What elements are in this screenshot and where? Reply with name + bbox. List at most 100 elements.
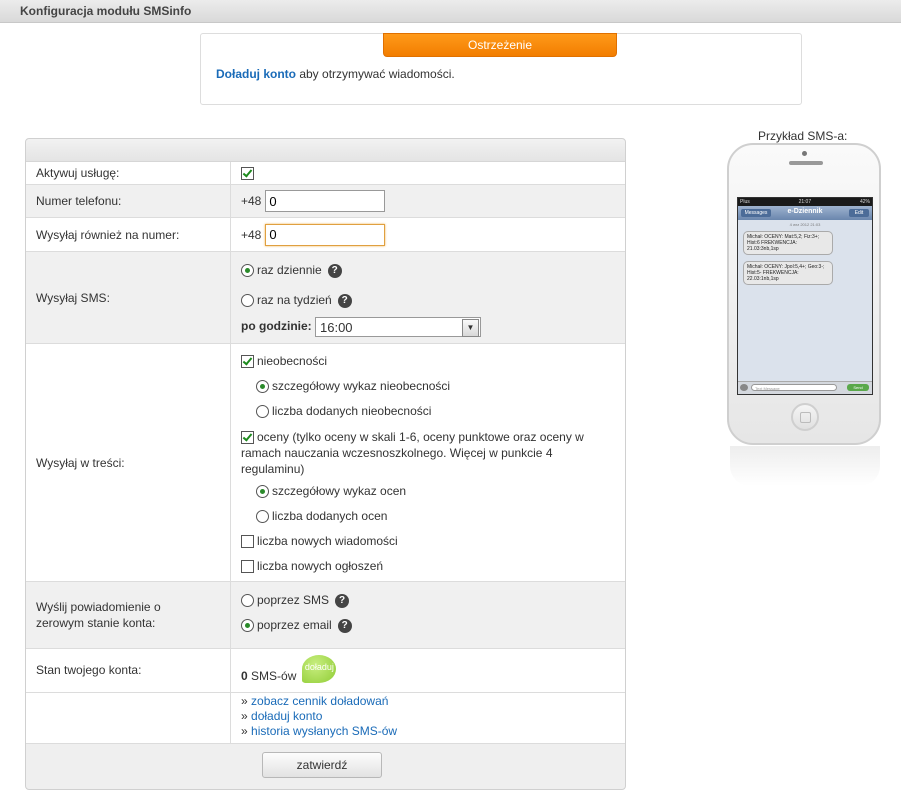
phone2-input[interactable] (265, 223, 386, 246)
hour-value: 16:00 (320, 320, 353, 335)
link-bullet: » (241, 724, 252, 738)
option-absences-count[interactable]: liczba dodanych nieobecności (256, 404, 432, 419)
phone-prefix: +48 (241, 194, 262, 208)
help-icon[interactable]: ? (327, 263, 342, 278)
links-empty-label (26, 693, 230, 743)
balance-unit: SMS-ów (247, 669, 297, 684)
topup-badge-button[interactable]: doładuj (302, 655, 337, 683)
balance-label: Stan twojego konta: (26, 649, 230, 692)
absences-count-label: liczba dodanych nieobecności (272, 404, 432, 418)
camera-icon (740, 384, 748, 391)
speaker-icon (789, 161, 823, 165)
send-sms-value: raz dziennie? raz na tydzień? po godzini… (230, 252, 625, 343)
zero-notify-value: poprzez SMS? poprzez email? (230, 582, 625, 648)
send-button: Send (847, 384, 869, 391)
option-daily[interactable]: raz dziennie? (241, 263, 342, 278)
option-grades-detailed[interactable]: szczegółowy wykaz ocen (256, 484, 407, 499)
camera-icon (802, 151, 807, 156)
option-weekly[interactable]: raz na tydzień? (241, 293, 352, 308)
home-button-icon (791, 403, 819, 431)
hour-select[interactable]: 16:00 ▼ (315, 317, 481, 337)
zero-notify-label: Wyślij powiadomienie o zerowym stanie ko… (26, 582, 230, 648)
notify-sms-radio[interactable] (241, 594, 254, 608)
warning-message: Doładuj konto aby otrzymywać wiadomości. (216, 67, 455, 81)
row-phone: Numer telefonu: +48 (26, 185, 625, 218)
grades-label: oceny (tylko oceny w skali 1-6, oceny pu… (241, 430, 584, 476)
absences-checkbox[interactable] (241, 355, 254, 369)
balance-value: 0 SMS-ów doładuj (230, 649, 625, 692)
grades-count-radio[interactable] (256, 510, 269, 524)
daily-radio[interactable] (241, 264, 254, 278)
weekly-radio[interactable] (241, 294, 254, 308)
option-new-announcements[interactable]: liczba nowych ogłoszeń (241, 559, 383, 574)
phone-screen: Plus 21:07 42% Messages e-Dziennik Edit … (737, 197, 873, 395)
hour-label: po godzinie: (241, 319, 312, 334)
preview-label: Przykład SMS-a: (758, 129, 848, 143)
grades-detailed-label: szczegółowy wykaz ocen (272, 484, 407, 498)
sms-bubble: Michał: OCENY: Mat:5,2; Fiz:3+; Hist:6 F… (743, 231, 833, 255)
phone2-value: +48 (230, 218, 625, 251)
new-announcements-checkbox[interactable] (241, 560, 254, 574)
link-bullet: » (241, 709, 252, 723)
absences-detailed-radio[interactable] (256, 380, 269, 394)
option-grades[interactable]: oceny (tylko oceny w skali 1-6, oceny pu… (241, 429, 591, 477)
submit-button[interactable]: zatwierdź (262, 752, 382, 778)
absences-detailed-label: szczegółowy wykaz nieobecności (272, 379, 451, 393)
help-icon[interactable]: ? (335, 593, 350, 608)
content-value: nieobecności szczegółowy wykaz nieobecno… (230, 344, 625, 581)
new-messages-checkbox[interactable] (241, 535, 254, 549)
grades-count-label: liczba dodanych ocen (272, 509, 388, 523)
weekly-label: raz na tydzień (257, 293, 332, 307)
sms-bubble: Michał: OCENY: Jpol:5,4+; Geo:3-; Hist:5… (743, 261, 833, 285)
absences-count-radio[interactable] (256, 405, 269, 419)
phone-label: Numer telefonu: (26, 185, 230, 217)
phone-value: +48 (230, 185, 625, 217)
links-list: » zobacz cennik doładowań » doładuj kont… (230, 693, 625, 743)
row-activate: Aktywuj usługę: (26, 162, 625, 185)
option-grades-count[interactable]: liczba dodanych ocen (256, 509, 388, 524)
link-bullet: » (241, 694, 252, 708)
option-new-messages[interactable]: liczba nowych wiadomości (241, 534, 398, 549)
status-time: 21:07 (798, 199, 812, 205)
phone-input[interactable] (265, 190, 386, 212)
warning-box: Ostrzeżenie Doładuj konto aby otrzymywać… (200, 33, 802, 105)
title-bar: Konfiguracja modułu SMSinfo (0, 0, 901, 23)
phone-status-bar: Plus 21:07 42% (738, 198, 872, 206)
activate-checkbox[interactable] (241, 167, 254, 180)
help-icon[interactable]: ? (337, 293, 352, 308)
message-date: 4 wrz 2012 21:03 (789, 222, 821, 227)
composer-field: Text Message (751, 384, 837, 391)
notify-email-radio[interactable] (241, 619, 254, 633)
option-absences-detailed[interactable]: szczegółowy wykaz nieobecności (256, 379, 451, 394)
phone-preview: Plus 21:07 42% Messages e-Dziennik Edit … (727, 143, 881, 445)
send-sms-label: Wysyłaj SMS: (26, 252, 230, 343)
phone2-label: Wysyłaj również na numer: (26, 218, 230, 251)
phone-reflection (730, 446, 880, 486)
row-links: » zobacz cennik doładowań » doładuj kont… (26, 693, 625, 744)
absences-label: nieobecności (257, 354, 328, 368)
link-history-item: » historia wysłanych SMS-ów (241, 724, 625, 739)
row-phone2: Wysyłaj również na numer: +48 (26, 218, 625, 252)
daily-label: raz dziennie (257, 263, 322, 277)
notify-sms-label: poprzez SMS (257, 593, 330, 607)
content-label: Wysyłaj w treści: (26, 344, 230, 581)
pricing-link[interactable]: zobacz cennik doładowań (251, 694, 388, 708)
status-battery: 42% (859, 199, 870, 205)
new-messages-label: liczba nowych wiadomości (257, 534, 398, 548)
help-icon[interactable]: ? (337, 618, 352, 633)
chevron-down-icon[interactable]: ▼ (462, 319, 479, 337)
option-notify-sms[interactable]: poprzez SMS? (241, 593, 350, 608)
grades-checkbox[interactable] (241, 431, 254, 445)
activate-label: Aktywuj usługę: (26, 162, 230, 184)
link-pricing-item: » zobacz cennik doładowań (241, 694, 625, 709)
activate-value (230, 162, 625, 184)
row-balance: Stan twojego konta: 0 SMS-ów doładuj (26, 649, 625, 693)
option-notify-email[interactable]: poprzez email? (241, 618, 352, 633)
grades-detailed-radio[interactable] (256, 485, 269, 499)
phone2-prefix: +48 (241, 227, 262, 242)
topup-account-link[interactable]: Doładuj konto (216, 67, 296, 81)
history-link[interactable]: historia wysłanych SMS-ów (251, 724, 397, 738)
option-absences[interactable]: nieobecności (241, 354, 328, 369)
topup-link[interactable]: doładuj konto (251, 709, 322, 723)
page-title: Konfiguracja modułu SMSinfo (20, 4, 192, 18)
